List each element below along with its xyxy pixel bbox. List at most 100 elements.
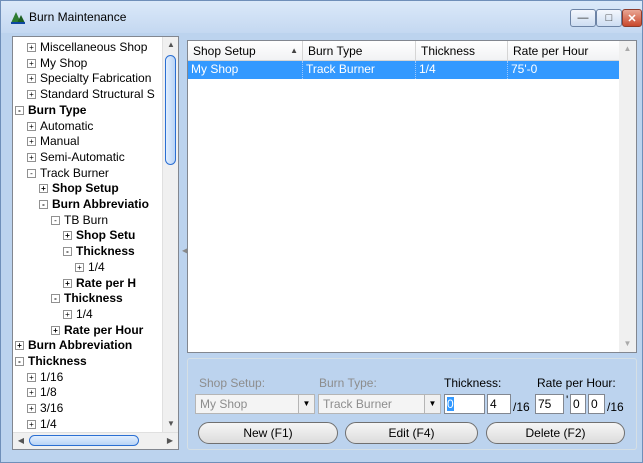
- grid-header: Shop Setup ▲ Burn Type Thickness Rate per…: [188, 41, 620, 61]
- scroll-left-icon[interactable]: ◀: [13, 433, 29, 449]
- burn-grid[interactable]: Shop Setup ▲ Burn Type Thickness Rate per…: [187, 40, 637, 353]
- expand-icon[interactable]: +: [75, 262, 84, 272]
- maximize-button[interactable]: □: [596, 9, 622, 27]
- tree-node-label: Thickness: [64, 291, 123, 306]
- cell-thickness: 1/4: [416, 61, 508, 79]
- close-button[interactable]: ✕: [622, 9, 642, 27]
- tree-node[interactable]: +1/8: [27, 384, 57, 400]
- tree-node-label: TB Burn: [64, 212, 109, 227]
- tree-node[interactable]: + Shop Setup: [39, 180, 119, 196]
- scroll-down-icon[interactable]: ▼: [163, 416, 178, 432]
- collapse-icon[interactable]: -: [15, 357, 24, 366]
- delete-button[interactable]: Delete (F2): [486, 422, 625, 444]
- rate-inches-input[interactable]: 0: [570, 394, 586, 414]
- tree-node-label: Burn Abbreviation: [28, 338, 133, 353]
- tree-node-label: Standard Structural S: [40, 87, 155, 102]
- tree-node[interactable]: - Burn Abbreviatio: [39, 196, 149, 212]
- expand-icon[interactable]: +: [15, 341, 24, 351]
- expand-icon[interactable]: +: [27, 121, 36, 131]
- panel-splitter[interactable]: ◀: [181, 36, 188, 450]
- tree-node[interactable]: + Miscellaneous Shop: [27, 39, 147, 55]
- thickness-numerator-input[interactable]: 4: [487, 394, 511, 414]
- scroll-down-icon[interactable]: ▼: [619, 336, 636, 352]
- expand-icon[interactable]: +: [27, 404, 36, 414]
- tree-node[interactable]: - Track Burner: [27, 165, 109, 181]
- tree-node[interactable]: + Automatic: [27, 118, 93, 134]
- table-row[interactable]: My Shop Track Burner 1/4 75'-0: [188, 61, 620, 79]
- expand-icon[interactable]: +: [27, 372, 36, 382]
- tree-node[interactable]: - Thickness: [51, 290, 123, 306]
- app-icon: [11, 12, 25, 24]
- collapse-icon[interactable]: -: [15, 105, 24, 115]
- scroll-right-icon[interactable]: ▶: [162, 433, 178, 449]
- column-header-rate-per-hour[interactable]: Rate per Hour: [508, 41, 620, 61]
- tree-node[interactable]: + Burn Abbreviation: [15, 337, 132, 353]
- tree-node[interactable]: + Rate per H: [63, 275, 136, 291]
- grid-vertical-scrollbar[interactable]: ▲ ▼: [619, 41, 636, 352]
- tree-node[interactable]: - TB Burn: [51, 212, 108, 228]
- collapse-icon[interactable]: -: [63, 247, 72, 257]
- tree-node[interactable]: + My Shop: [27, 55, 87, 71]
- tree-horizontal-scroll-thumb[interactable]: [29, 435, 139, 446]
- chevron-down-icon[interactable]: ▼: [298, 395, 314, 413]
- expand-icon[interactable]: +: [27, 58, 36, 68]
- title-bar[interactable]: Burn Maintenance — □ ✕: [1, 1, 642, 33]
- shop-setup-select[interactable]: My Shop ▼: [195, 394, 315, 414]
- column-header-thickness[interactable]: Thickness: [416, 41, 508, 61]
- scroll-up-icon[interactable]: ▲: [163, 37, 178, 53]
- tree-node-label: 1/16: [40, 369, 64, 384]
- tree-node[interactable]: + Semi-Automatic: [27, 149, 125, 165]
- expand-icon[interactable]: +: [27, 137, 36, 147]
- collapse-icon[interactable]: -: [39, 200, 48, 209]
- expand-icon[interactable]: +: [63, 231, 72, 241]
- rate-feet-input[interactable]: 75: [535, 394, 564, 414]
- category-tree[interactable]: + Miscellaneous Shop + My Shop + Specialty Fa…: [12, 36, 179, 450]
- expand-icon[interactable]: +: [27, 388, 36, 398]
- expand-icon[interactable]: +: [27, 74, 36, 84]
- expand-icon[interactable]: +: [27, 152, 36, 162]
- tree-node[interactable]: +1/4: [27, 416, 57, 432]
- rate-fraction-input[interactable]: 0: [588, 394, 605, 414]
- tree-node[interactable]: + Shop Setu: [63, 227, 135, 243]
- expand-icon[interactable]: +: [27, 43, 36, 52]
- column-header-shop-setup[interactable]: Shop Setup ▲: [188, 41, 303, 61]
- chevron-down-icon[interactable]: ▼: [424, 395, 440, 413]
- edit-button[interactable]: Edit (F4): [345, 422, 478, 444]
- expand-icon[interactable]: +: [51, 325, 60, 335]
- burn-type-select[interactable]: Track Burner ▼: [318, 394, 441, 414]
- tree-node[interactable]: +1/16: [27, 369, 63, 385]
- tree-node[interactable]: +3/16: [27, 400, 63, 416]
- expand-icon[interactable]: +: [63, 278, 72, 288]
- tree-vertical-scroll-thumb[interactable]: [165, 55, 176, 165]
- tree-horizontal-scrollbar[interactable]: ◀ ▶: [13, 432, 178, 449]
- expand-icon[interactable]: +: [39, 184, 48, 194]
- expand-icon[interactable]: +: [27, 90, 36, 100]
- tree-node[interactable]: - Thickness: [63, 243, 135, 259]
- sort-ascending-icon: ▲: [290, 46, 298, 55]
- tree-node[interactable]: - Burn Type: [15, 102, 86, 118]
- tree-node-label: Track Burner: [40, 165, 109, 180]
- tree-node[interactable]: + Rate per Hour: [51, 322, 143, 338]
- tree-node[interactable]: - Thickness: [15, 353, 87, 369]
- new-button[interactable]: New (F1): [198, 422, 338, 444]
- tree-node[interactable]: +1/4: [75, 259, 105, 275]
- collapse-icon[interactable]: -: [51, 294, 60, 304]
- expand-icon[interactable]: +: [27, 419, 36, 429]
- tree-node[interactable]: + Manual: [27, 133, 79, 149]
- collapse-icon[interactable]: -: [51, 215, 60, 225]
- shop-setup-label: Shop Setup:: [199, 376, 266, 390]
- scroll-up-icon[interactable]: ▲: [619, 41, 636, 57]
- tree-node-label: 1/4: [88, 259, 105, 274]
- tree-content: + Miscellaneous Shop + My Shop + Specialty Fa…: [13, 37, 163, 432]
- tree-vertical-scrollbar[interactable]: ▲ ▼: [162, 37, 178, 432]
- tree-node-label: Shop Setu: [76, 228, 136, 243]
- tree-node[interactable]: + Standard Structural S: [27, 86, 155, 102]
- maximize-icon: □: [605, 12, 613, 24]
- tree-node[interactable]: + Specialty Fabrication: [27, 70, 151, 86]
- collapse-icon[interactable]: -: [27, 168, 36, 178]
- minimize-button[interactable]: —: [570, 9, 596, 27]
- tree-node[interactable]: +1/4: [63, 306, 93, 322]
- expand-icon[interactable]: +: [63, 309, 72, 319]
- column-header-burn-type[interactable]: Burn Type: [303, 41, 416, 61]
- thickness-whole-input[interactable]: 0: [444, 394, 485, 414]
